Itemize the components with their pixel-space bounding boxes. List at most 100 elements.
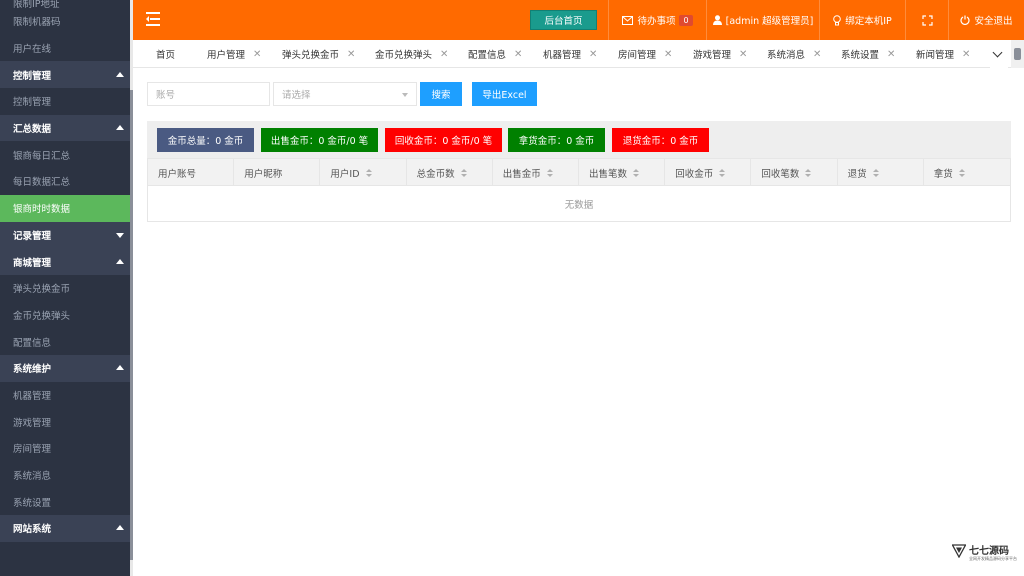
column-label: 用户昵称 bbox=[244, 168, 283, 180]
tab-close-icon[interactable]: ✕ bbox=[962, 49, 970, 60]
account-input[interactable]: 账号 bbox=[147, 82, 270, 106]
sidebar-scrollbar-thumb[interactable] bbox=[130, 90, 133, 560]
sidebar-label: 记录管理 bbox=[13, 230, 52, 242]
menu-toggle-icon[interactable] bbox=[146, 11, 164, 27]
select-placeholder: 请选择 bbox=[282, 90, 311, 101]
sidebar-label: 银商每日汇总 bbox=[13, 150, 71, 162]
tab[interactable]: 游戏管理 ✕ bbox=[693, 40, 747, 68]
stat-badge: 出售金币：0 金币/0 笔 bbox=[261, 128, 378, 152]
column-header[interactable]: 回收金币 bbox=[665, 159, 752, 186]
tab-close-icon[interactable]: ✕ bbox=[440, 49, 448, 60]
logout-button[interactable]: 安全退出 bbox=[948, 0, 1024, 40]
sidebar-item[interactable]: 金币兑换弹头 bbox=[0, 302, 130, 329]
sort-icon[interactable] bbox=[460, 168, 467, 177]
bind-ip-button[interactable]: 绑定本机IP bbox=[819, 0, 905, 40]
sidebar-item[interactable]: 限制机器码 bbox=[0, 8, 130, 35]
tab-close-icon[interactable]: ✕ bbox=[589, 49, 597, 60]
tab[interactable]: 用户管理 ✕ bbox=[207, 40, 261, 68]
tab[interactable]: 系统消息 ✕ bbox=[767, 40, 821, 68]
sidebar-item[interactable]: 房间管理 bbox=[0, 435, 130, 462]
stat-badge: 回收金币：0 金币/0 笔 bbox=[385, 128, 502, 152]
tab[interactable]: 机器管理 ✕ bbox=[543, 40, 597, 68]
tab[interactable]: 弹头兑换金币 ✕ bbox=[282, 40, 355, 68]
sort-icon[interactable] bbox=[546, 168, 553, 177]
current-user-label: [admin 超级管理员] bbox=[725, 16, 814, 27]
page-scrollbar-thumb[interactable] bbox=[1014, 48, 1021, 60]
table-header: 用户账号 用户昵称 用户ID 总金币数 出售金币 出售笔数 回收金币 回收笔数 退货 拿货 bbox=[148, 159, 1010, 186]
tab-close-icon[interactable]: ✕ bbox=[813, 49, 821, 60]
todo-button[interactable]: 待办事项 0 bbox=[608, 0, 706, 40]
tab[interactable]: 房间管理 ✕ bbox=[618, 40, 672, 68]
tab[interactable]: 金币兑换弹头 ✕ bbox=[375, 40, 448, 68]
sidebar-item[interactable]: 游戏管理 bbox=[0, 408, 130, 435]
watermark-logo: 七七源码 全网开发精品源码分享平台 bbox=[952, 542, 1017, 568]
search-button[interactable]: 搜索 bbox=[420, 82, 462, 106]
sidebar-label: 金币兑换弹头 bbox=[13, 310, 71, 322]
tab-close-icon[interactable]: ✕ bbox=[253, 49, 261, 60]
sidebar-scrollbar[interactable] bbox=[130, 0, 133, 576]
sidebar-label: 游戏管理 bbox=[13, 417, 52, 429]
column-header[interactable]: 出售金币 bbox=[493, 159, 579, 186]
tab-close-icon[interactable]: ✕ bbox=[514, 49, 522, 60]
current-user-menu[interactable]: [admin 超级管理员] bbox=[706, 0, 819, 40]
tab-close-icon[interactable]: ✕ bbox=[347, 49, 355, 60]
sort-icon[interactable] bbox=[805, 168, 812, 177]
todo-count-badge: 0 bbox=[679, 14, 693, 26]
column-header: 用户账号 bbox=[148, 159, 235, 186]
sidebar-item[interactable]: 限制IP地址 bbox=[0, 0, 130, 10]
sidebar-group[interactable]: 控制管理 bbox=[0, 61, 130, 89]
fullscreen-icon bbox=[921, 14, 933, 26]
sidebar: 限制IP地址 限制机器码 用户在线 控制管理 控制管理 汇总数据 银商每日汇总 每日数据汇总银… bbox=[0, 0, 130, 576]
tab[interactable]: 系统设置 ✕ bbox=[841, 40, 895, 68]
column-header[interactable]: 用户ID bbox=[320, 159, 407, 186]
column-header[interactable]: 回收笔数 bbox=[751, 159, 838, 186]
column-label: 拿货 bbox=[933, 168, 953, 180]
sidebar-group[interactable]: 汇总数据 bbox=[0, 114, 130, 142]
sidebar-item[interactable]: 配置信息 bbox=[0, 328, 130, 355]
sidebar-item[interactable]: 系统消息 bbox=[0, 462, 130, 489]
sidebar-item[interactable]: 银商时时数据 bbox=[0, 194, 130, 222]
sidebar-item[interactable]: 控制管理 bbox=[0, 88, 130, 115]
status-select[interactable]: 请选择 bbox=[273, 82, 417, 106]
dropdown-arrow-icon bbox=[402, 93, 408, 97]
sort-icon[interactable] bbox=[958, 168, 965, 177]
tab-label: 房间管理 bbox=[618, 50, 657, 61]
sidebar-item[interactable]: 系统设置 bbox=[0, 488, 130, 515]
sidebar-item[interactable]: 机器管理 bbox=[0, 382, 130, 409]
column-header[interactable]: 拿货 bbox=[924, 159, 1010, 186]
column-header[interactable]: 总金币数 bbox=[407, 159, 493, 186]
sidebar-item[interactable]: 弹头兑换金币 bbox=[0, 275, 130, 302]
tab-label: 新闻管理 bbox=[916, 50, 955, 61]
tab-close-icon[interactable]: ✕ bbox=[664, 49, 672, 60]
sidebar-item[interactable]: 银商每日汇总 bbox=[0, 141, 130, 168]
column-header[interactable]: 退货 bbox=[838, 159, 924, 186]
page-scrollbar[interactable] bbox=[1011, 40, 1024, 68]
sidebar-group[interactable]: 网站系统 bbox=[0, 515, 130, 542]
sort-icon[interactable] bbox=[633, 168, 640, 177]
sidebar-item[interactable]: 用户在线 bbox=[0, 35, 130, 62]
tabs-more-button[interactable] bbox=[990, 40, 1008, 68]
sort-icon[interactable] bbox=[872, 168, 879, 177]
tab[interactable]: 配置信息 ✕ bbox=[468, 40, 522, 68]
fullscreen-button[interactable] bbox=[905, 0, 948, 40]
tab-close-icon[interactable]: ✕ bbox=[739, 49, 747, 60]
data-table: 用户账号 用户昵称 用户ID 总金币数 出售金币 出售笔数 回收金币 回收笔数 退货 拿货 无数据 bbox=[147, 158, 1011, 222]
column-label: 回收笔数 bbox=[761, 168, 800, 180]
tab[interactable]: 新闻管理 ✕ bbox=[916, 40, 970, 68]
column-header[interactable]: 出售笔数 bbox=[579, 159, 666, 186]
sort-icon[interactable] bbox=[365, 168, 372, 177]
caret-up-icon bbox=[116, 525, 124, 531]
lightbulb-icon bbox=[833, 14, 842, 25]
export-excel-button[interactable]: 导出Excel bbox=[472, 82, 537, 106]
sidebar-item[interactable]: 每日数据汇总 bbox=[0, 168, 130, 195]
sidebar-group[interactable]: 记录管理 bbox=[0, 221, 130, 249]
sidebar-group[interactable]: 商城管理 bbox=[0, 248, 130, 275]
sort-icon[interactable] bbox=[719, 168, 726, 177]
tab-label: 系统设置 bbox=[841, 50, 880, 61]
tab-close-icon[interactable]: ✕ bbox=[887, 49, 895, 60]
sidebar-group[interactable]: 系统维护 bbox=[0, 354, 130, 382]
tab[interactable]: 首页 bbox=[156, 40, 175, 68]
sidebar-label: 控制管理 bbox=[13, 70, 52, 82]
todo-label: 待办事项 bbox=[637, 16, 676, 27]
admin-home-button[interactable]: 后台首页 bbox=[530, 10, 597, 30]
